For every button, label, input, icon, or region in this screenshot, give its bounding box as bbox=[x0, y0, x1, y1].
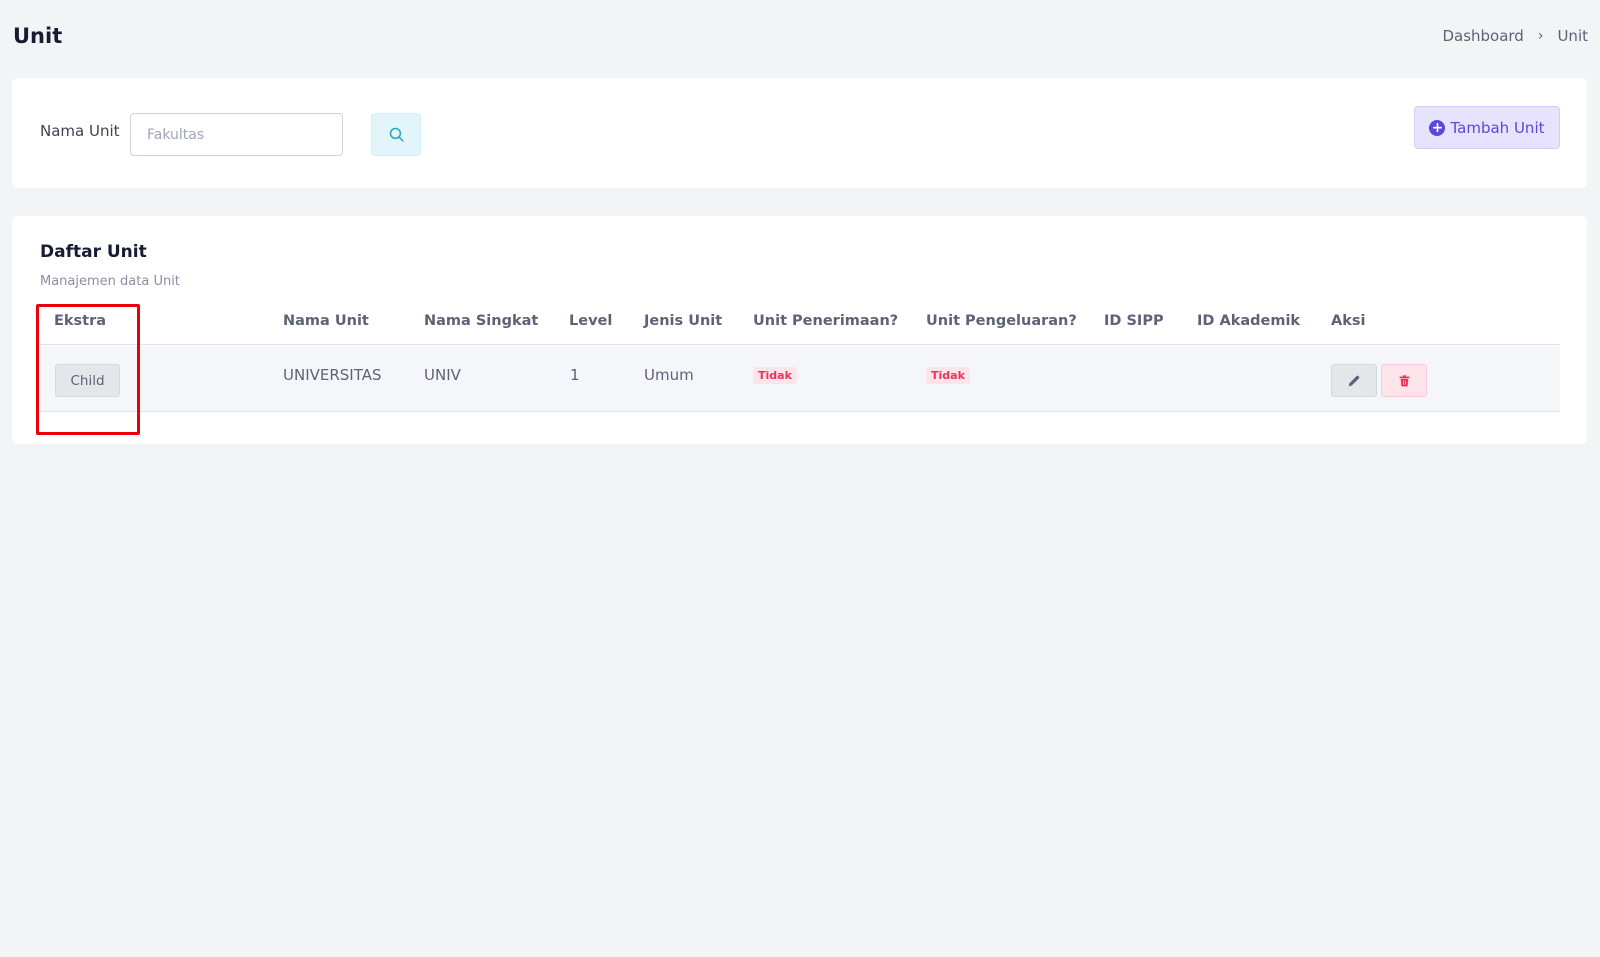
plus-circle-icon: + bbox=[1429, 119, 1446, 136]
search-icon bbox=[389, 127, 404, 142]
unit-list-card: Daftar Unit Manajemen data Unit Ekstra N… bbox=[12, 216, 1587, 444]
col-header-nama-singkat: Nama Singkat bbox=[424, 313, 539, 329]
nama-unit-search-input[interactable] bbox=[130, 113, 343, 156]
col-header-nama-unit: Nama Unit bbox=[283, 313, 369, 329]
search-button[interactable] bbox=[371, 113, 421, 156]
col-header-unit-penerimaan: Unit Penerimaan? bbox=[753, 313, 899, 329]
edit-button[interactable] bbox=[1331, 364, 1377, 397]
tambah-unit-label: Tambah Unit bbox=[1450, 118, 1545, 137]
col-header-jenis-unit: Jenis Unit bbox=[644, 313, 723, 329]
badge-unit-penerimaan: Tidak bbox=[753, 367, 797, 384]
breadcrumb-dashboard-link[interactable]: Dashboard bbox=[1442, 27, 1523, 45]
breadcrumb-current: Unit bbox=[1557, 27, 1588, 45]
list-title: Daftar Unit bbox=[40, 242, 147, 262]
pencil-icon bbox=[1348, 375, 1360, 386]
chevron-right-icon: › bbox=[1537, 28, 1544, 44]
list-subtitle: Manajemen data Unit bbox=[40, 274, 180, 289]
table-row: Child UNIVERSITAS UNIV 1 Umum Tidak Tida… bbox=[40, 346, 1560, 412]
badge-unit-pengeluaran: Tidak bbox=[926, 367, 970, 384]
breadcrumb: Dashboard › Unit bbox=[1442, 27, 1588, 45]
page-header: Unit Dashboard › Unit bbox=[13, 20, 1588, 52]
col-header-level: Level bbox=[569, 313, 613, 329]
tambah-unit-button[interactable]: + Tambah Unit bbox=[1414, 106, 1560, 149]
cell-nama-unit: UNIVERSITAS bbox=[283, 366, 382, 384]
page-title: Unit bbox=[13, 24, 63, 48]
col-header-unit-pengeluaran: Unit Pengeluaran? bbox=[926, 313, 1077, 329]
child-button[interactable]: Child bbox=[55, 364, 120, 397]
cell-nama-singkat: UNIV bbox=[424, 366, 461, 384]
col-header-aksi: Aksi bbox=[1331, 313, 1366, 329]
cell-jenis-unit: Umum bbox=[644, 366, 694, 384]
table-header: Ekstra Nama Unit Nama Singkat Level Jeni… bbox=[40, 304, 1560, 345]
cell-level: 1 bbox=[570, 366, 580, 384]
trash-icon bbox=[1399, 374, 1409, 386]
filter-card: Nama Unit + Tambah Unit bbox=[12, 78, 1587, 188]
col-header-id-sipp: ID SIPP bbox=[1104, 313, 1164, 329]
col-header-id-akademik: ID Akademik bbox=[1197, 313, 1301, 329]
delete-button[interactable] bbox=[1381, 364, 1427, 397]
nama-unit-label: Nama Unit bbox=[40, 122, 120, 140]
col-header-ekstra: Ekstra bbox=[54, 313, 107, 329]
